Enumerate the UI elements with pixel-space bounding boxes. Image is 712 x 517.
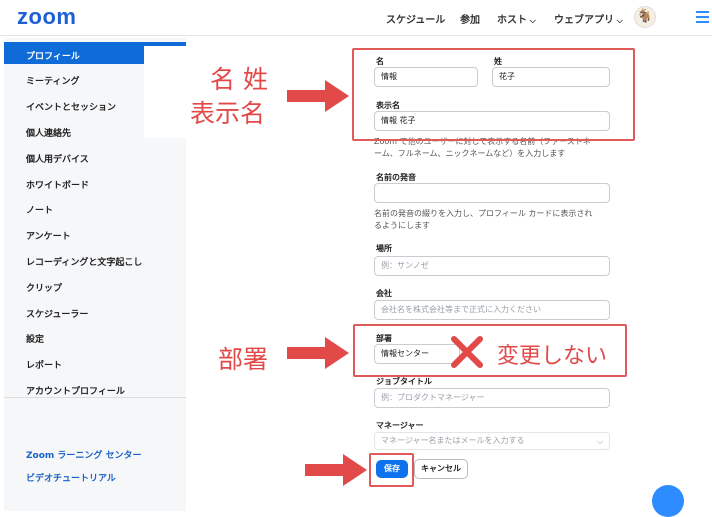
sidebar-item-scheduler[interactable]: スケジューラー	[26, 307, 88, 320]
arrow-right-icon	[305, 454, 367, 486]
job-title-input[interactable]: 例：プロダクトマネージャー	[374, 388, 610, 408]
job-title-label: ジョブタイトル	[376, 377, 432, 386]
hamburger-menu-icon[interactable]	[696, 11, 709, 23]
avatar[interactable]: 🐐	[634, 6, 656, 28]
sidebar-item-whiteboard[interactable]: ホワイトボード	[26, 178, 89, 191]
nav-webapp[interactable]: ウェブアプリ ⌵	[554, 11, 623, 26]
sidebar-item-meetings[interactable]: ミーティング	[26, 74, 79, 87]
sidebar-item-recordings[interactable]: レコーディングと文字起こし	[26, 255, 142, 268]
cross-icon	[451, 336, 483, 368]
pronunciation-help-1: 名前の発音の綴りを入力し、プロフィール カードに表示され	[374, 209, 593, 218]
highlight-save-button	[369, 453, 414, 487]
location-label: 場所	[376, 244, 392, 253]
display-name-help-2: ーム、フルネーム、ニックネームなど）を入力します	[374, 149, 566, 158]
nav-join[interactable]: 参加	[460, 11, 480, 26]
sidebar-item-account-profile[interactable]: アカウントプロフィール	[26, 384, 125, 397]
arrow-right-icon	[287, 80, 349, 112]
nav-webapp-label: ウェブアプリ	[554, 15, 614, 26]
sidebar-item-surveys[interactable]: アンケート	[26, 229, 71, 242]
sidebar-item-clips[interactable]: クリップ	[26, 281, 62, 294]
sidebar-item-settings[interactable]: 設定	[26, 332, 44, 345]
sidebar-link-learning-center[interactable]: Zoom ラーニング センター	[26, 448, 142, 461]
cancel-button[interactable]: キャンセル	[414, 459, 468, 479]
manager-select[interactable]: マネージャー名またはメールを入力する	[374, 432, 610, 450]
annotation-display-label: 表示名	[190, 99, 266, 128]
chevron-down-icon: ⌵	[614, 16, 623, 25]
nav-host[interactable]: ホスト ⌵	[497, 11, 536, 26]
nav-host-label: ホスト	[497, 15, 527, 26]
pronunciation-input[interactable]	[374, 183, 610, 203]
company-label: 会社	[376, 289, 392, 298]
sidebar-link-video-tutorials[interactable]: ビデオチュートリアル	[26, 471, 116, 484]
sidebar-item-devices[interactable]: 個人用デバイス	[26, 152, 89, 165]
sidebar-item-reports[interactable]: レポート	[26, 358, 62, 371]
location-input[interactable]: 例：サンノゼ	[374, 256, 610, 276]
manager-label: マネージャー	[376, 421, 424, 430]
sidebar-item-notes[interactable]: ノート	[26, 203, 53, 216]
annotation-dept-label: 部署	[218, 345, 269, 374]
zoom-profile-page: zoom スケジュール 参加 ホスト ⌵ ウェブアプリ ⌵ 🐐 プロフィール ミ…	[0, 0, 712, 517]
chat-help-icon[interactable]	[652, 485, 684, 517]
annotation-no-change: 変更しない	[497, 344, 608, 369]
pronunciation-label: 名前の発音	[376, 173, 416, 182]
highlight-name-fields	[352, 48, 635, 141]
sidebar-item-contacts[interactable]: 個人連絡先	[26, 126, 71, 139]
sidebar-item-profile[interactable]: プロフィール	[26, 49, 80, 62]
chevron-down-icon: ⌵	[597, 437, 604, 446]
chevron-down-icon: ⌵	[527, 16, 536, 25]
nav-schedule[interactable]: スケジュール	[386, 11, 445, 26]
company-input[interactable]: 会社名を株式会社等まで正式に入力ください	[374, 300, 610, 320]
arrow-right-icon	[287, 337, 349, 369]
top-bar: zoom スケジュール 参加 ホスト ⌵ ウェブアプリ ⌵ 🐐	[0, 0, 712, 36]
pronunciation-help-2: るようにします	[374, 221, 430, 230]
zoom-logo[interactable]: zoom	[17, 4, 76, 30]
sidebar-divider	[4, 397, 186, 398]
annotation-name-label: 名 姓	[210, 65, 268, 94]
sidebar-item-events[interactable]: イベントとセッション	[26, 100, 116, 113]
